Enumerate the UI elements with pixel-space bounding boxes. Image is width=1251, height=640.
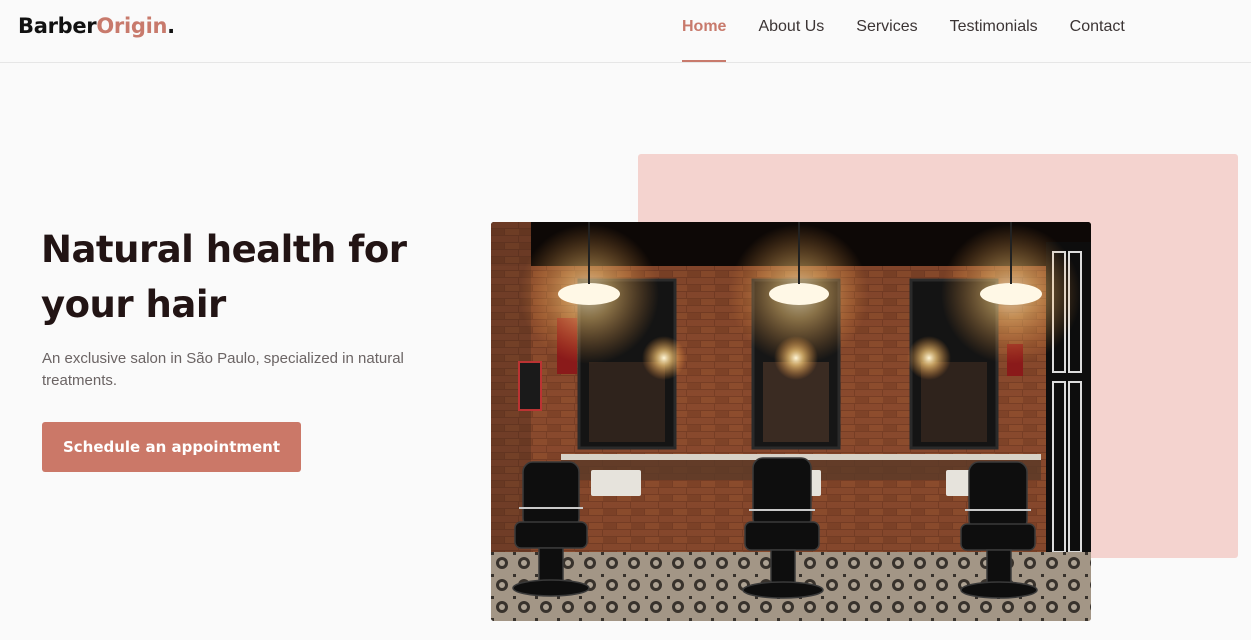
nav-testimonials[interactable]: Testimonials [950, 0, 1038, 62]
nav-services[interactable]: Services [856, 0, 917, 62]
nav-about-us[interactable]: About Us [758, 0, 824, 62]
hero-title: Natural health for your hair [41, 228, 407, 326]
logo-dot: . [167, 14, 175, 38]
nav-home[interactable]: Home [682, 0, 727, 62]
logo-text-barber: Barber [18, 14, 97, 38]
schedule-appointment-button[interactable]: Schedule an appointment [42, 422, 301, 472]
site-header: BarberOrigin. Home About Us Services Tes… [0, 0, 1251, 63]
logo[interactable]: BarberOrigin. [18, 14, 175, 38]
main-nav: Home About Us Services Testimonials Cont… [682, 0, 1157, 62]
logo-text-origin: Origin [96, 14, 168, 38]
hero-subtitle: An exclusive salon in São Paulo, special… [42, 350, 404, 389]
barbershop-photo [491, 222, 1091, 621]
nav-contact[interactable]: Contact [1070, 0, 1125, 62]
